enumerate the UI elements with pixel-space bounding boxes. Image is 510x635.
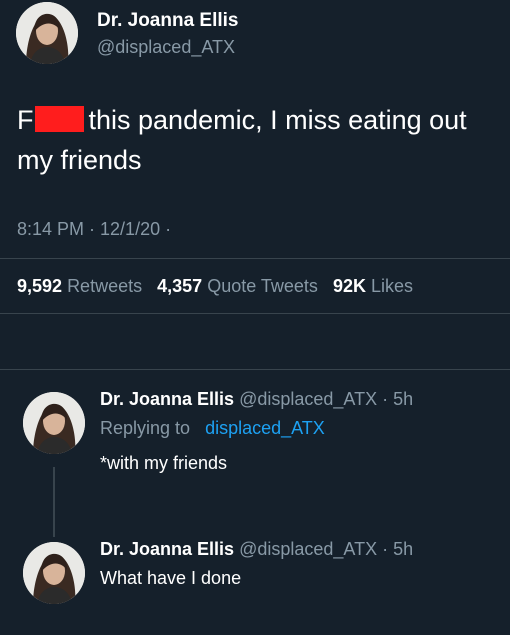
tweet-timestamp[interactable]: 8:14 PM · 12/1/20 · (17, 219, 171, 240)
reply-author-avatar[interactable] (23, 542, 85, 604)
retweets-label: Retweets (67, 276, 143, 296)
quote-tweets-stat[interactable]: 4,357 Quote Tweets (157, 276, 318, 296)
reply-text: What have I done (100, 568, 242, 588)
divider (0, 369, 510, 370)
tweet-text-body: this pandemic, I miss eating out my frie… (17, 105, 467, 175)
reply-header: Dr. Joanna Ellis @displaced_ATX · 5h (100, 539, 413, 560)
quote-tweets-label: Quote Tweets (207, 276, 318, 296)
thread-connector-line (53, 467, 55, 537)
tweet-text: Fthis pandemic, I miss eating out my fri… (17, 100, 502, 180)
author-name[interactable]: Dr. Joanna Ellis (97, 10, 239, 32)
reply-author-avatar[interactable] (23, 392, 85, 454)
tweet-text-prefix: F (17, 105, 34, 135)
reply-header: Dr. Joanna Ellis @displaced_ATX · 5h (100, 389, 413, 410)
avatar-image (23, 392, 85, 454)
divider (0, 258, 510, 259)
author-handle[interactable]: @displaced_ATX (97, 37, 235, 58)
likes-count: 92K (332, 276, 366, 296)
author-avatar[interactable] (16, 2, 78, 64)
replying-to-handle-link[interactable]: displaced_ATX (205, 418, 325, 438)
censor-bar (34, 106, 84, 132)
retweets-stat[interactable]: 9,592 Retweets (17, 276, 142, 296)
tweet-stats: 9,592 Retweets 4,357 Quote Tweets 92K Li… (17, 276, 413, 297)
divider (0, 313, 510, 314)
quote-tweets-count: 4,357 (157, 276, 203, 296)
avatar-image (23, 542, 85, 604)
replying-to-label: Replying to (100, 418, 191, 438)
reply-author-name[interactable]: Dr. Joanna Ellis (100, 389, 234, 409)
reply-text: *with my friends (100, 453, 228, 473)
replying-to: Replying to displaced_ATX (100, 418, 325, 439)
likes-label: Likes (370, 276, 414, 296)
reply-author-name[interactable]: Dr. Joanna Ellis (100, 539, 234, 559)
retweets-count: 9,592 (17, 276, 63, 296)
reply-meta[interactable]: @displaced_ATX · 5h (239, 539, 413, 559)
reply-meta[interactable]: @displaced_ATX · 5h (239, 389, 413, 409)
avatar-image (16, 2, 78, 64)
likes-stat[interactable]: 92K Likes (333, 276, 413, 296)
